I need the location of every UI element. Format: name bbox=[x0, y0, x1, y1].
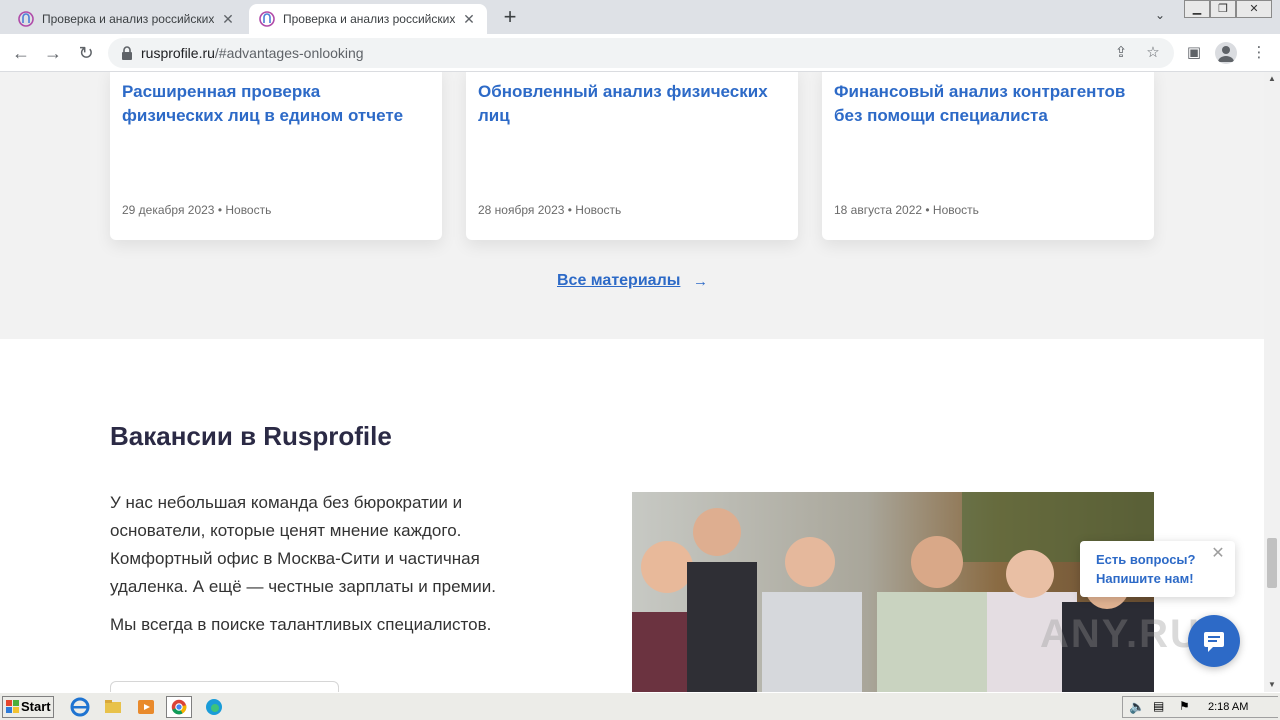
scroll-down-arrow-icon[interactable]: ▼ bbox=[1264, 678, 1280, 692]
page-viewport: Расширенная проверка физических лиц в ед… bbox=[0, 72, 1264, 692]
chat-prompt-text: Есть вопросы? Напишите нам! bbox=[1096, 550, 1211, 588]
news-card[interactable]: Обновленный анализ физических лиц 28 ноя… bbox=[466, 72, 798, 240]
news-card-title[interactable]: Финансовый анализ контрагентов без помощ… bbox=[834, 80, 1134, 128]
edge-icon[interactable] bbox=[201, 696, 227, 718]
rusprofile-favicon-icon bbox=[18, 11, 34, 27]
all-materials-link[interactable]: Все материалы bbox=[557, 272, 680, 290]
news-card-meta: 28 ноября 2023 • Новость bbox=[478, 203, 622, 217]
volume-icon[interactable]: 🔈 bbox=[1129, 699, 1145, 715]
side-panel-icon[interactable]: ▣ bbox=[1184, 43, 1204, 63]
menu-kebab-icon[interactable]: ⋮ bbox=[1249, 43, 1269, 63]
windows-taskbar: Start 🔈 ▤ ⚑ 2:18 AM bbox=[0, 692, 1280, 720]
tab-active[interactable]: Проверка и анализ российских юр ✕ bbox=[249, 4, 487, 34]
file-explorer-icon[interactable] bbox=[100, 696, 126, 718]
vacancies-button[interactable] bbox=[110, 681, 339, 692]
vacancies-tagline: Мы всегда в поиске талантливых специалис… bbox=[110, 615, 492, 634]
bookmark-star-icon[interactable]: ☆ bbox=[1144, 44, 1162, 62]
vacancies-description: У нас небольшая команда без бюрократии и… bbox=[110, 493, 496, 596]
tab-title: Проверка и анализ российских юр bbox=[283, 12, 455, 26]
reload-icon[interactable]: ↻ bbox=[74, 41, 98, 65]
person-icon bbox=[1218, 46, 1234, 62]
taskbar-clock[interactable]: 2:18 AM bbox=[1208, 701, 1248, 713]
url-host: rusprofile.ru bbox=[141, 45, 215, 61]
address-bar[interactable]: rusprofile.ru/#advantages-onlooking ⇪ ☆ bbox=[108, 38, 1174, 68]
chat-line-2: Напишите нам! bbox=[1096, 571, 1194, 586]
share-icon[interactable]: ⇪ bbox=[1112, 44, 1130, 62]
team-photo bbox=[632, 492, 1154, 692]
news-card-title[interactable]: Расширенная проверка физических лиц в ед… bbox=[122, 80, 422, 128]
restore-button[interactable]: ❐ bbox=[1210, 0, 1236, 18]
tab-title: Проверка и анализ российских юр bbox=[42, 12, 214, 26]
back-icon[interactable]: ← bbox=[9, 41, 33, 65]
browser-toolbar: ← → ↻ rusprofile.ru/#advantages-onlookin… bbox=[0, 34, 1280, 72]
scroll-up-arrow-icon[interactable]: ▲ bbox=[1264, 72, 1280, 86]
chat-icon bbox=[1204, 632, 1224, 652]
arrow-right-icon[interactable]: → bbox=[693, 273, 708, 290]
tab-inactive[interactable]: Проверка и анализ российских юр ✕ bbox=[8, 4, 246, 34]
close-window-button[interactable]: ✕ bbox=[1236, 0, 1272, 18]
vacancies-title: Вакансии в Rusprofile bbox=[110, 421, 392, 451]
tab-search-chevron-icon[interactable]: ⌄ bbox=[1150, 8, 1170, 26]
internet-explorer-icon[interactable] bbox=[67, 696, 93, 718]
news-card-meta: 18 августа 2022 • Новость bbox=[834, 203, 979, 217]
system-tray: 🔈 ▤ ⚑ bbox=[1122, 696, 1278, 718]
chat-prompt-bubble[interactable]: Есть вопросы? Напишите нам! ✕ bbox=[1080, 541, 1235, 597]
news-cards: Расширенная проверка физических лиц в ед… bbox=[110, 72, 1154, 240]
start-button[interactable]: Start bbox=[2, 696, 54, 718]
close-icon[interactable]: ✕ bbox=[1210, 546, 1226, 562]
url-path: /#advantages-onlooking bbox=[214, 45, 364, 61]
new-tab-button[interactable]: + bbox=[498, 6, 522, 30]
chat-button[interactable] bbox=[1188, 615, 1240, 667]
news-card-meta: 29 декабря 2023 • Новость bbox=[122, 203, 272, 217]
rusprofile-favicon-icon bbox=[259, 11, 275, 27]
news-card-title[interactable]: Обновленный анализ физических лиц bbox=[478, 80, 778, 128]
network-icon[interactable]: ▤ bbox=[1153, 699, 1164, 713]
media-player-icon[interactable] bbox=[133, 696, 159, 718]
chat-line-1: Есть вопросы? bbox=[1096, 552, 1196, 567]
news-card[interactable]: Финансовый анализ контрагентов без помощ… bbox=[822, 72, 1154, 240]
forward-icon[interactable]: → bbox=[41, 41, 65, 65]
tab-close-icon[interactable]: ✕ bbox=[461, 11, 477, 27]
profile-avatar[interactable] bbox=[1215, 42, 1237, 64]
tab-strip: Проверка и анализ российских юр ✕ Провер… bbox=[0, 0, 1280, 34]
start-label: Start bbox=[21, 699, 51, 714]
lock-icon bbox=[122, 46, 132, 60]
action-center-flag-icon[interactable]: ⚑ bbox=[1179, 699, 1190, 713]
minimize-button[interactable]: ▁ bbox=[1184, 0, 1210, 18]
scroll-thumb[interactable] bbox=[1267, 538, 1277, 588]
tab-close-icon[interactable]: ✕ bbox=[220, 11, 236, 27]
news-card[interactable]: Расширенная проверка физических лиц в ед… bbox=[110, 72, 442, 240]
page-scrollbar[interactable]: ▲ ▼ bbox=[1264, 72, 1280, 692]
chrome-icon[interactable] bbox=[166, 696, 192, 718]
windows-flag-icon bbox=[6, 700, 19, 713]
url-text: rusprofile.ru/#advantages-onlooking bbox=[141, 45, 364, 61]
